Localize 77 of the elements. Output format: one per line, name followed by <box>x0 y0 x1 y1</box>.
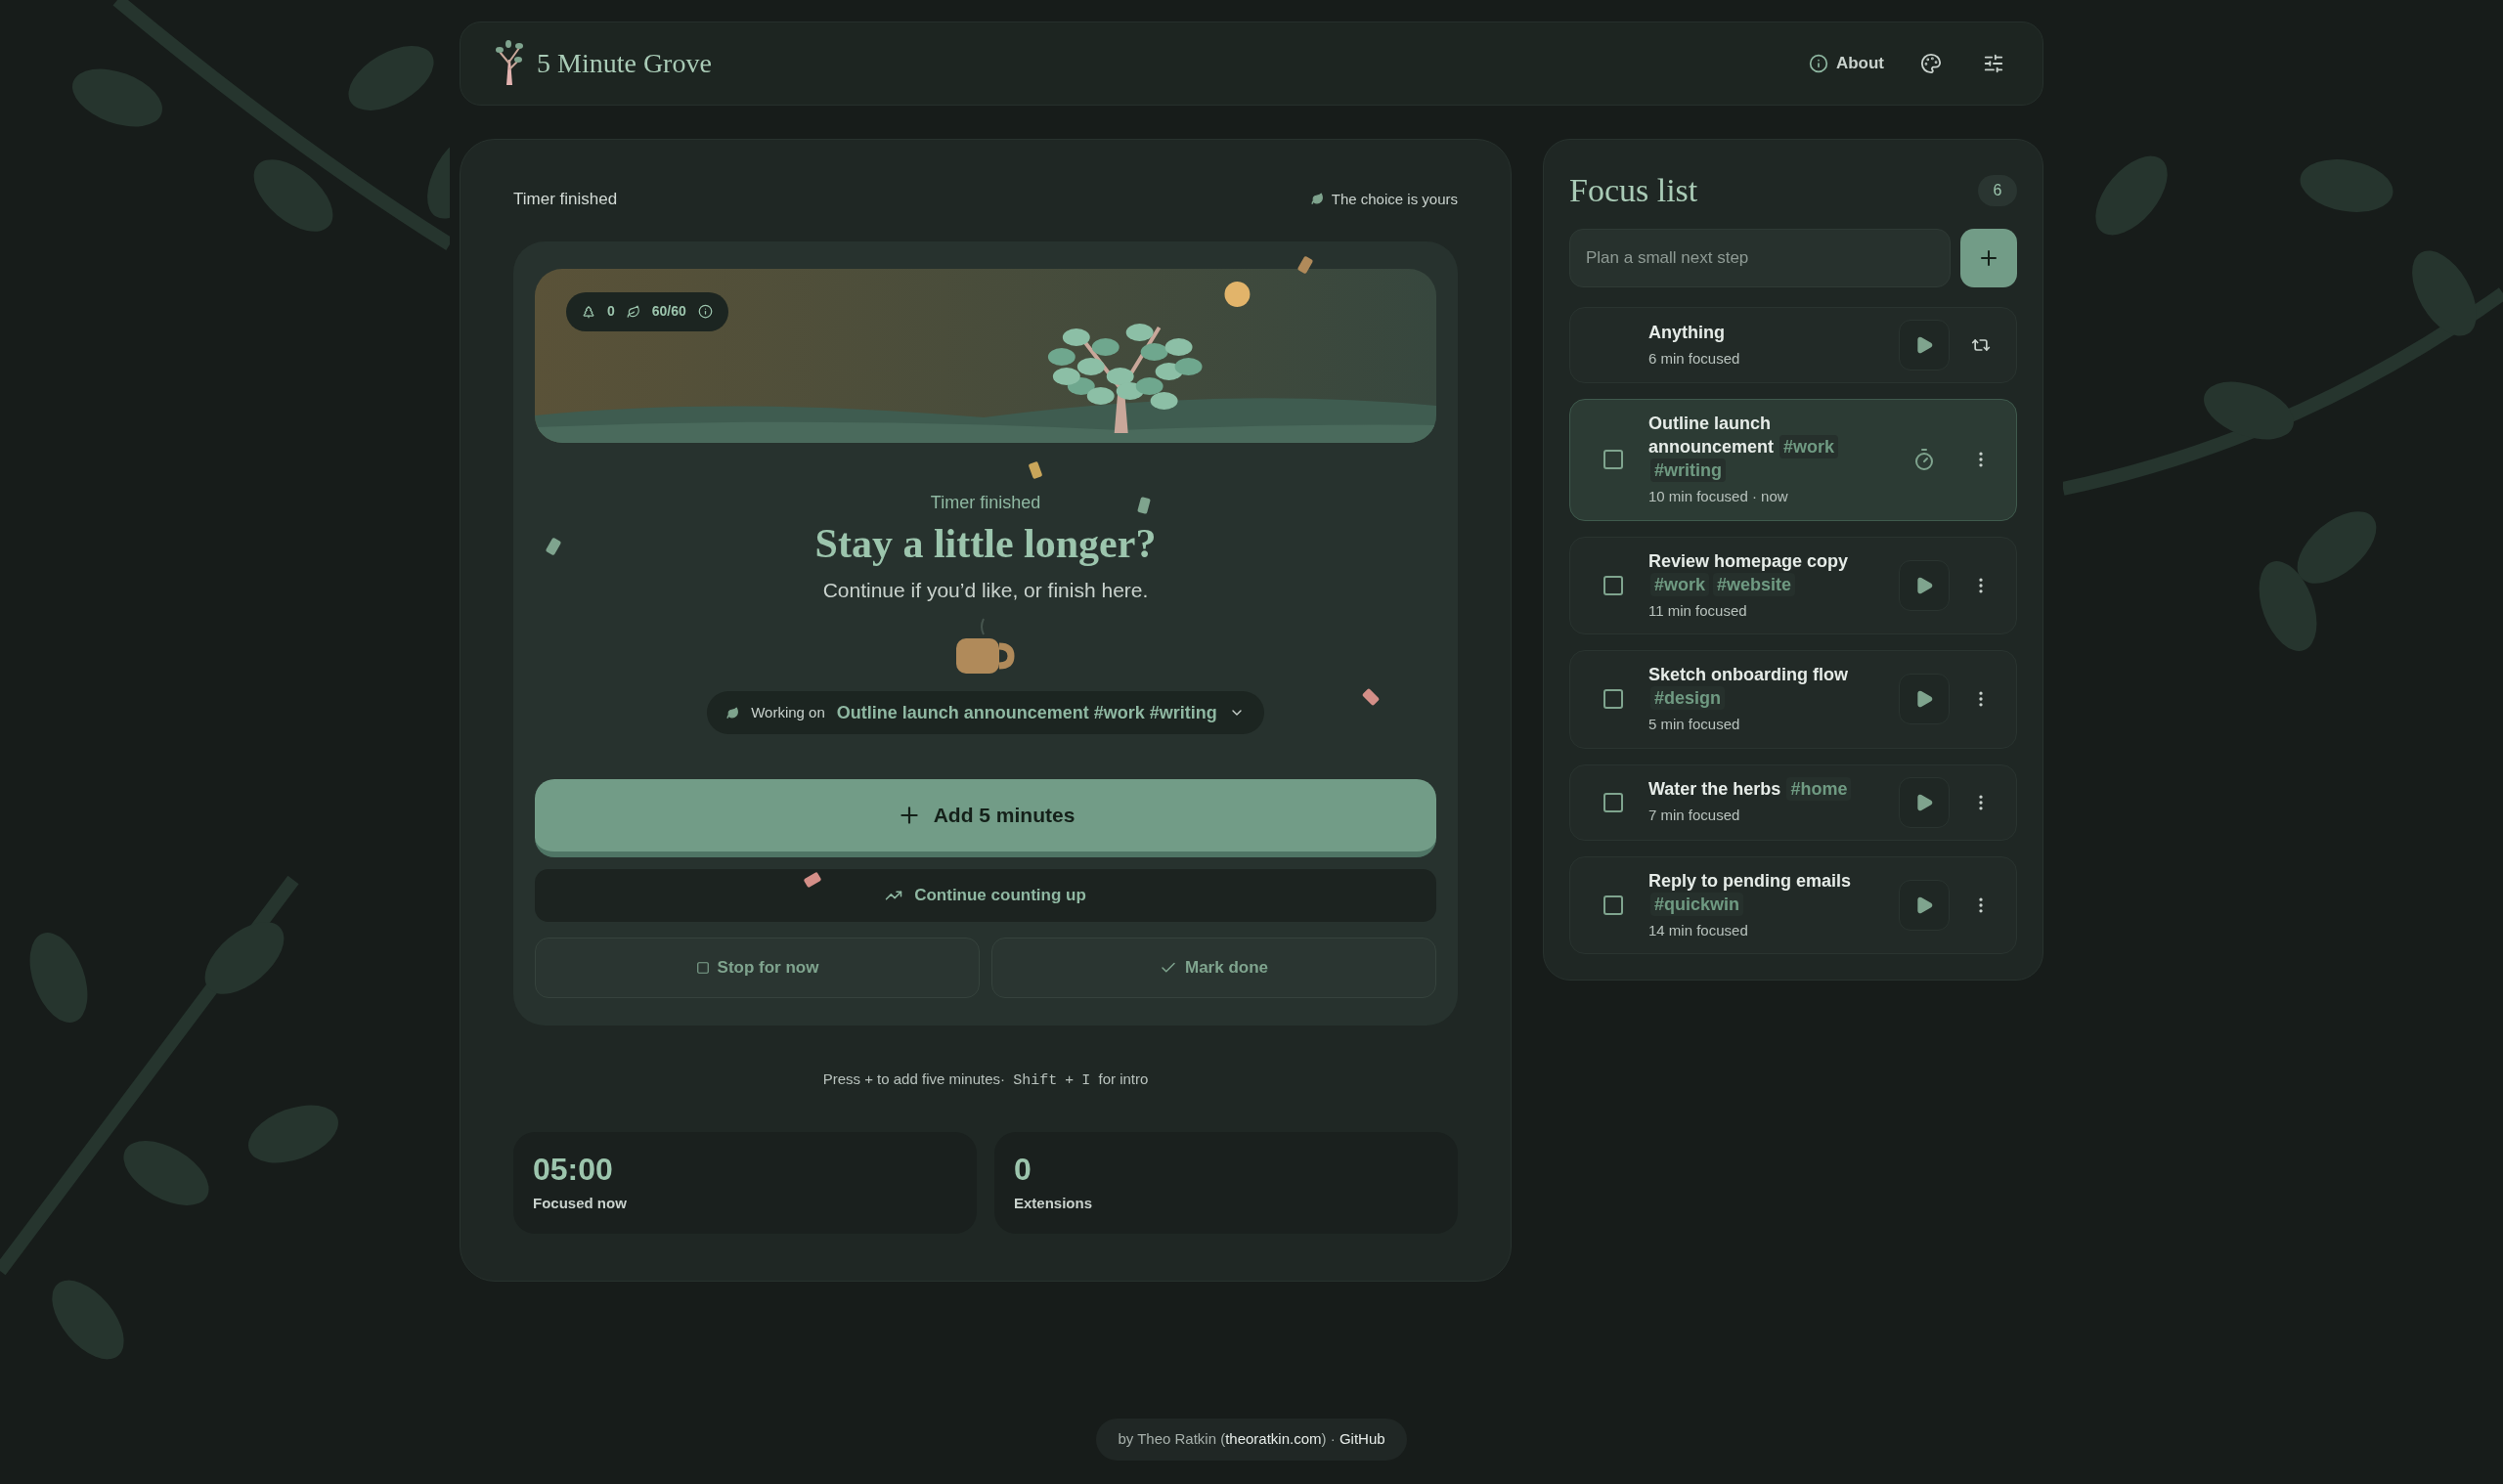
task-title: Reply to pending emails <box>1648 870 1852 891</box>
play-button[interactable] <box>1899 879 1950 931</box>
task-meta: 14 min focused <box>1648 920 1749 940</box>
stat-label: Extensions <box>1014 1193 1094 1213</box>
task-card[interactable]: Anything 6 min focused <box>1569 307 2017 383</box>
continue-counting-button[interactable]: Continue counting up <box>535 869 1436 922</box>
add-task-button[interactable] <box>1960 229 2017 287</box>
checkbox[interactable] <box>1603 450 1623 470</box>
task-title: Sketch onboarding flow <box>1648 665 1848 684</box>
play-icon <box>1914 575 1934 595</box>
app-title: 5 Minute Grove <box>537 47 712 80</box>
task-meta: 10 min focused · now <box>1648 487 1789 506</box>
task-tag[interactable]: #quickwin <box>1650 892 1744 916</box>
leaf-icon <box>626 304 640 319</box>
play-button[interactable] <box>1899 559 1950 611</box>
site-link[interactable]: theoratkin.com <box>1225 1430 1322 1447</box>
task-meta: 7 min focused <box>1648 806 1741 826</box>
about-button[interactable]: About <box>1808 51 1884 76</box>
stat-label: Focused now <box>533 1193 628 1213</box>
footer-credit: by Theo Ratkin (theoratkin.com) · GitHub <box>1096 1419 1407 1461</box>
leaf-icon <box>1310 193 1324 206</box>
task-meta: 5 min focused <box>1648 715 1741 734</box>
task-meta: 11 min focused <box>1648 600 1748 621</box>
task-tag[interactable]: #work <box>1779 435 1839 458</box>
stat-value: 05:00 <box>533 1150 614 1189</box>
choice-label: The choice is yours <box>1331 189 1458 209</box>
play-icon <box>1914 895 1934 915</box>
finish-subtitle: Continue if you’d like, or finish here. <box>822 577 1149 603</box>
working-on-selector[interactable]: Working on Outline launch announcement #work #writing <box>707 691 1264 734</box>
add-minutes-button[interactable]: Add 5 minutes <box>535 779 1436 857</box>
task-meta: 6 min focused <box>1648 348 1741 369</box>
keyboard-hint: Press + to add five minutes· Shift + I for intro <box>821 1069 1150 1091</box>
checkbox[interactable] <box>1603 792 1623 812</box>
task-title: Anything <box>1648 322 1725 342</box>
task-tag[interactable]: #home <box>1786 777 1852 802</box>
play-icon <box>1914 689 1934 710</box>
task-card[interactable]: Sketch onboarding flow #design 5 min focused <box>1569 650 2017 749</box>
task-card[interactable]: Reply to pending emails #quickwin 14 min focused <box>1569 855 2017 954</box>
task-tag[interactable]: #work <box>1650 572 1710 596</box>
task-title: Outline launch announcement <box>1648 414 1774 457</box>
task-card[interactable]: Review homepage copy #work #website 11 min focused <box>1569 536 2017 634</box>
square-icon <box>695 961 710 975</box>
task-count: 6 <box>1978 174 2017 206</box>
task-card[interactable]: Water the herbs #home 7 min focused <box>1569 764 2017 841</box>
checkbox[interactable] <box>1603 895 1623 915</box>
task-title: Review homepage copy <box>1648 550 1849 571</box>
play-button[interactable] <box>1899 776 1950 828</box>
eyebrow-text: Timer finished <box>930 491 1041 514</box>
task-tag[interactable]: #website <box>1713 572 1796 596</box>
info-icon <box>1808 54 1828 73</box>
task-tag[interactable]: #writing <box>1650 458 1726 482</box>
stat-value: 0 <box>1014 1150 1032 1189</box>
play-button[interactable] <box>1899 674 1950 725</box>
new-task-field[interactable]: Plan a small next step <box>1569 229 1951 287</box>
leaf-count: 60/60 <box>651 302 686 321</box>
finish-heading: Stay a little longer? <box>814 519 1157 568</box>
play-icon <box>1914 335 1934 355</box>
checkbox[interactable] <box>1603 575 1623 595</box>
task-title: Water the herbs <box>1648 779 1781 800</box>
tree-count: 0 <box>607 302 615 321</box>
focus-list-title: Focus list <box>1569 171 1698 210</box>
play-button[interactable] <box>1899 320 1950 371</box>
play-icon <box>1914 792 1934 812</box>
tree-icon <box>582 304 595 319</box>
timer-status: Timer finished <box>513 189 618 210</box>
confetti-icon <box>1137 496 1151 514</box>
info-icon <box>697 304 713 319</box>
leaf-icon <box>726 706 740 720</box>
stopwatch-icon <box>1912 448 1936 472</box>
tree-logo-icon <box>494 40 525 87</box>
github-link[interactable]: GitHub <box>1339 1430 1385 1447</box>
task-card[interactable]: Outline launch announcement #work #writing 10 min focused · now <box>1569 399 2017 521</box>
task-tag[interactable]: #design <box>1650 686 1726 710</box>
mark-done-button[interactable]: Mark done <box>991 938 1436 998</box>
checkbox[interactable] <box>1603 689 1623 710</box>
stop-button[interactable]: Stop for now <box>535 938 980 998</box>
confetti-icon <box>1028 460 1043 479</box>
